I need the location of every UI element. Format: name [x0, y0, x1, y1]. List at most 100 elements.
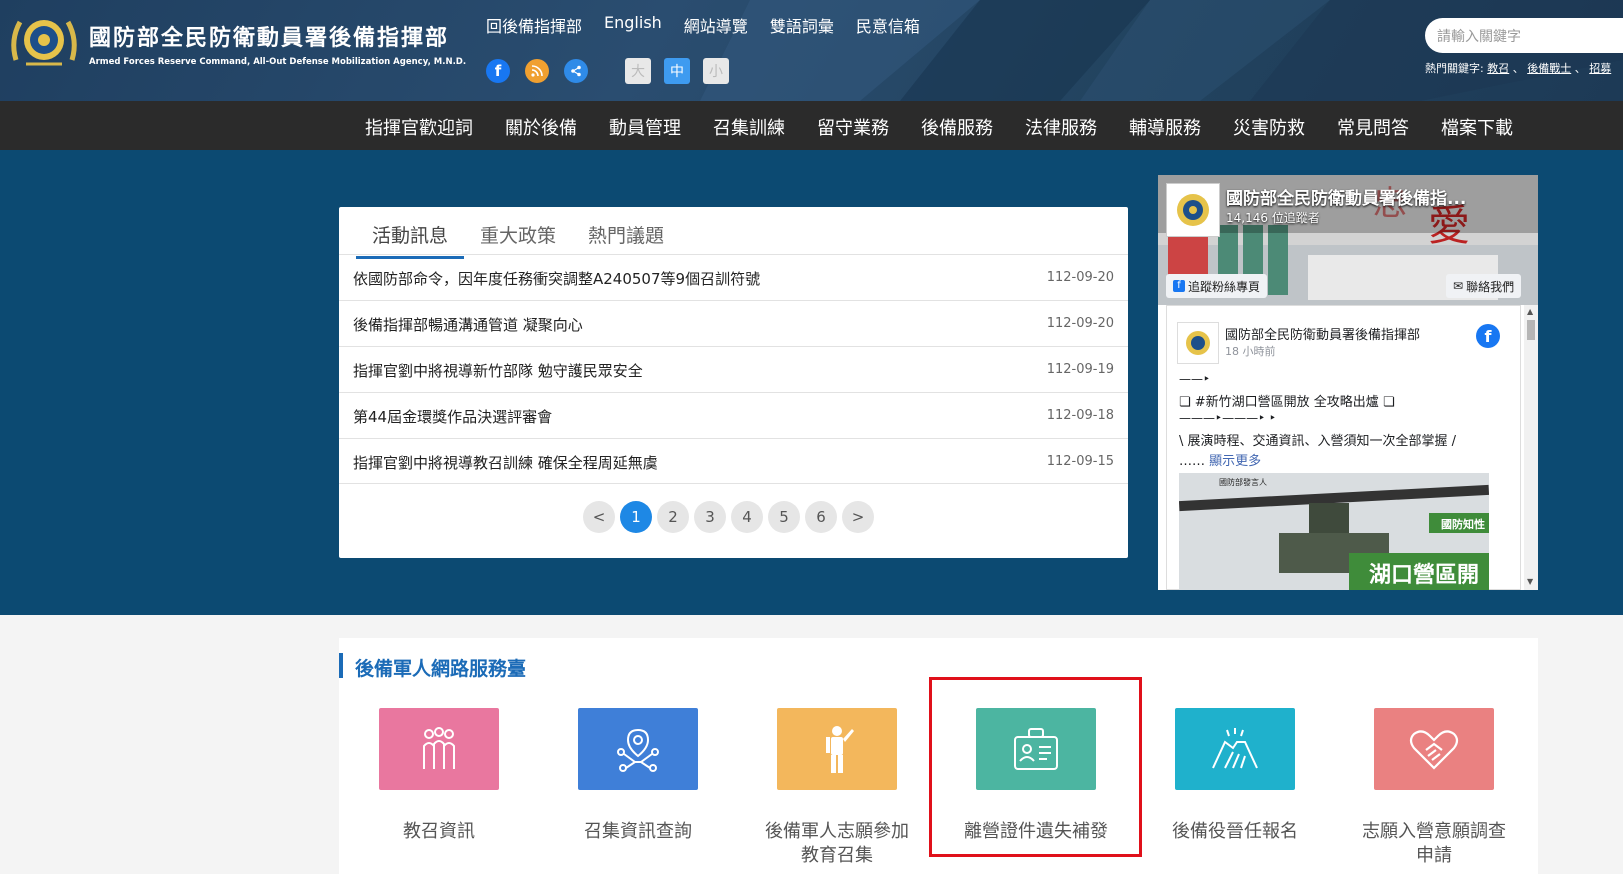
news-row[interactable]: 第44屆金環獎作品決選評審會 112-09-18	[339, 392, 1128, 438]
top-links: 回後備指揮部 English 網站導覽 雙語詞彙 民意信箱	[486, 13, 920, 37]
mail-icon: ✉	[1453, 279, 1464, 293]
font-size-medium-button[interactable]: 中	[664, 58, 690, 84]
site-title[interactable]: 國防部全民防衛動員署後備指揮部	[89, 20, 449, 52]
pagination-page[interactable]: 1	[620, 501, 652, 533]
pagination-page[interactable]: 2	[657, 501, 689, 533]
news-panel: 活動訊息 重大政策 熱門議題 依國防部命令，因年度任務衝突調整A240507等9…	[339, 207, 1128, 558]
scroll-down-arrow[interactable]: ▼	[1527, 577, 1533, 586]
handshake-icon	[1212, 728, 1258, 769]
facebook-scrollbar[interactable]: ▲ ▼	[1524, 305, 1538, 590]
service-card-call-up-query[interactable]	[578, 708, 698, 790]
facebook-icon[interactable]: f	[486, 59, 510, 83]
post-line: ❏ #新竹湖口營區開放 全攻略出爐 ❏	[1179, 395, 1395, 410]
post-image-label1: 國防知性	[1441, 518, 1485, 531]
top-link-english[interactable]: English	[604, 13, 662, 37]
nav-item-training[interactable]: 召集訓練	[713, 114, 785, 140]
pagination-page[interactable]: 4	[731, 501, 763, 533]
nav-item-welcome[interactable]: 指揮官歡迎詞	[365, 114, 473, 140]
post-author[interactable]: 國防部全民防衛動員署後備指揮部	[1225, 324, 1420, 343]
facebook-contact-button[interactable]: ✉ 聯絡我們	[1446, 274, 1522, 298]
news-title[interactable]: 後備指揮部暢通溝通管道 凝聚向心	[353, 314, 583, 335]
pagination-page[interactable]: 3	[694, 501, 726, 533]
search-input[interactable]: 請輸入關鍵字	[1425, 18, 1623, 53]
news-date: 112-09-15	[1046, 454, 1114, 469]
hot-keyword-link[interactable]: 後備戰士	[1527, 62, 1571, 75]
post-image[interactable]: 國防部發言人 國防知性 湖口營區開	[1179, 473, 1489, 590]
main-nav: 指揮官歡迎詞 關於後備 動員管理 召集訓練 留守業務 後備服務 法律服務 輔導服…	[0, 101, 1623, 150]
news-title[interactable]: 第44屆金環獎作品決選評審會	[353, 406, 552, 427]
pagination-prev-button[interactable]: <	[583, 501, 615, 533]
see-more-link[interactable]: 顯示更多	[1209, 454, 1261, 469]
facebook-logo-icon: f	[1476, 324, 1500, 348]
font-size-small-button[interactable]: 小	[703, 58, 729, 84]
facebook-contact-label: 聯絡我們	[1466, 279, 1515, 294]
facebook-cover-image[interactable]: 愛 忠 國防部全民防衛動員署後備指... 14,146 位追蹤者 f 追蹤粉絲專…	[1158, 175, 1538, 305]
pagination-next-button[interactable]: >	[842, 501, 874, 533]
news-row[interactable]: 後備指揮部暢通溝通管道 凝聚向心 112-09-20	[339, 300, 1128, 346]
post-author-avatar[interactable]	[1177, 322, 1219, 364]
pagination: < 1 2 3 4 5 6 >	[583, 501, 874, 533]
service-label[interactable]: 後備役晉任報名	[1135, 820, 1335, 844]
service-label[interactable]: 教召資訊	[339, 820, 539, 844]
heart-hands-icon	[1409, 730, 1459, 770]
nav-item-about[interactable]: 關於後備	[505, 114, 577, 140]
hot-keywords-label: 熱門關鍵字:	[1425, 62, 1484, 75]
top-link-glossary[interactable]: 雙語詞彙	[770, 13, 834, 37]
post-image-label2: 湖口營區開	[1369, 563, 1480, 588]
nav-item-mobilization[interactable]: 動員管理	[609, 114, 681, 140]
nav-item-rear-duty[interactable]: 留守業務	[817, 114, 889, 140]
scroll-thumb[interactable]	[1527, 320, 1535, 340]
post-image-tag: 國防部發言人	[1219, 478, 1267, 487]
post-line: ———‣———‣ ‣	[1179, 411, 1277, 425]
facebook-follow-button[interactable]: f 追蹤粉絲專頁	[1166, 274, 1268, 298]
nav-item-faq[interactable]: 常見問答	[1337, 114, 1409, 140]
top-link-sitemap[interactable]: 網站導覽	[684, 13, 748, 37]
facebook-post[interactable]: 國防部全民防衛動員署後備指揮部 18 小時前 f ——‣ ❏ #新竹湖口營區開放…	[1166, 305, 1521, 590]
news-row[interactable]: 指揮官劉中將視導教召訓練 確保全程周延無虞 112-09-15	[339, 438, 1128, 484]
share-icon[interactable]	[564, 59, 588, 83]
highlight-box	[929, 677, 1142, 857]
service-card-training-info[interactable]	[379, 708, 499, 790]
site-header: 國防部全民防衛動員署後備指揮部 Armed Forces Reserve Com…	[0, 0, 1623, 101]
location-network-icon	[617, 728, 659, 772]
news-date: 112-09-18	[1046, 408, 1114, 423]
news-date: 112-09-20	[1046, 270, 1114, 285]
service-card-volunteer-training[interactable]	[777, 708, 897, 790]
facebook-page-name[interactable]: 國防部全民防衛動員署後備指...	[1226, 184, 1466, 209]
hot-keyword-link[interactable]: 教召	[1487, 62, 1509, 75]
pagination-page[interactable]: 5	[768, 501, 800, 533]
top-link-home[interactable]: 回後備指揮部	[486, 13, 582, 37]
news-title[interactable]: 指揮官劉中將視導新竹部隊 勉守護民眾安全	[353, 360, 643, 381]
pagination-page[interactable]: 6	[805, 501, 837, 533]
post-time[interactable]: 18 小時前	[1225, 343, 1276, 359]
nav-item-downloads[interactable]: 檔案下載	[1441, 114, 1513, 140]
hot-keyword-link[interactable]: 招募	[1589, 62, 1611, 75]
font-size-large-button[interactable]: 大	[625, 58, 651, 84]
site-subtitle: Armed Forces Reserve Command, All-Out De…	[89, 57, 467, 67]
service-label[interactable]: 召集資訊查詢	[538, 820, 738, 844]
scroll-up-arrow[interactable]: ▲	[1527, 307, 1533, 316]
nav-item-reserve-service[interactable]: 後備服務	[921, 114, 993, 140]
post-line: ——‣	[1179, 372, 1211, 386]
service-card-promotion-signup[interactable]	[1175, 708, 1295, 790]
facebook-page-avatar[interactable]	[1166, 183, 1220, 237]
news-title[interactable]: 指揮官劉中將視導教召訓練 確保全程周延無虞	[353, 452, 658, 473]
news-row[interactable]: 依國防部命令，因年度任務衝突調整A240507等9個召訓符號 112-09-20	[339, 254, 1128, 300]
nav-item-disaster[interactable]: 災害防救	[1233, 114, 1305, 140]
facebook-widget: 愛 忠 國防部全民防衛動員署後備指... 14,146 位追蹤者 f 追蹤粉絲專…	[1158, 175, 1538, 590]
nav-item-guidance[interactable]: 輔導服務	[1129, 114, 1201, 140]
soldier-salute-icon	[826, 726, 854, 773]
service-card-enlistment-survey[interactable]	[1374, 708, 1494, 790]
rss-icon[interactable]	[525, 59, 549, 83]
nav-item-legal[interactable]: 法律服務	[1025, 114, 1097, 140]
section-accent-bar	[339, 653, 343, 678]
news-date: 112-09-19	[1046, 362, 1114, 377]
top-link-mailbox[interactable]: 民意信箱	[856, 13, 920, 37]
service-label[interactable]: 志願入營意願調查 申請	[1334, 820, 1534, 868]
services-title: 後備軍人網路服務臺	[355, 658, 527, 680]
news-title[interactable]: 依國防部命令，因年度任務衝突調整A240507等9個召訓符號	[353, 268, 760, 289]
news-row[interactable]: 指揮官劉中將視導新竹部隊 勉守護民眾安全 112-09-19	[339, 346, 1128, 392]
logo-emblem[interactable]	[6, 10, 82, 72]
post-line: \ 展演時程、交通資訊、入營須知一次全部掌握 /	[1179, 434, 1457, 449]
service-label[interactable]: 後備軍人志願參加 教育召集	[737, 820, 937, 868]
